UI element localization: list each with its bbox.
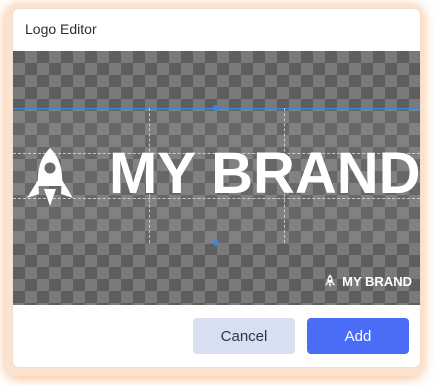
dialog-footer: Cancel Add <box>13 305 420 367</box>
rocket-icon <box>325 274 336 288</box>
brand-name-preview: MY BRAND <box>342 273 412 289</box>
dialog-title: Logo Editor <box>25 21 97 37</box>
logo-preview: MY BRAND <box>324 271 412 291</box>
brand-name-large: MY BRAND <box>109 141 420 206</box>
cancel-button[interactable]: Cancel <box>193 318 295 354</box>
rocket-icon <box>27 148 73 206</box>
bottom-resize-handle[interactable] <box>213 240 219 246</box>
add-button[interactable]: Add <box>307 318 409 354</box>
dialog-header: Logo Editor <box>13 9 420 51</box>
logo-canvas[interactable]: MY BRAND MY BRAND <box>13 51 420 305</box>
top-resize-handle[interactable] <box>213 105 219 111</box>
logo-editor-dialog: Logo Editor MY BRAND MY BRAND Cancel Add <box>13 9 420 367</box>
